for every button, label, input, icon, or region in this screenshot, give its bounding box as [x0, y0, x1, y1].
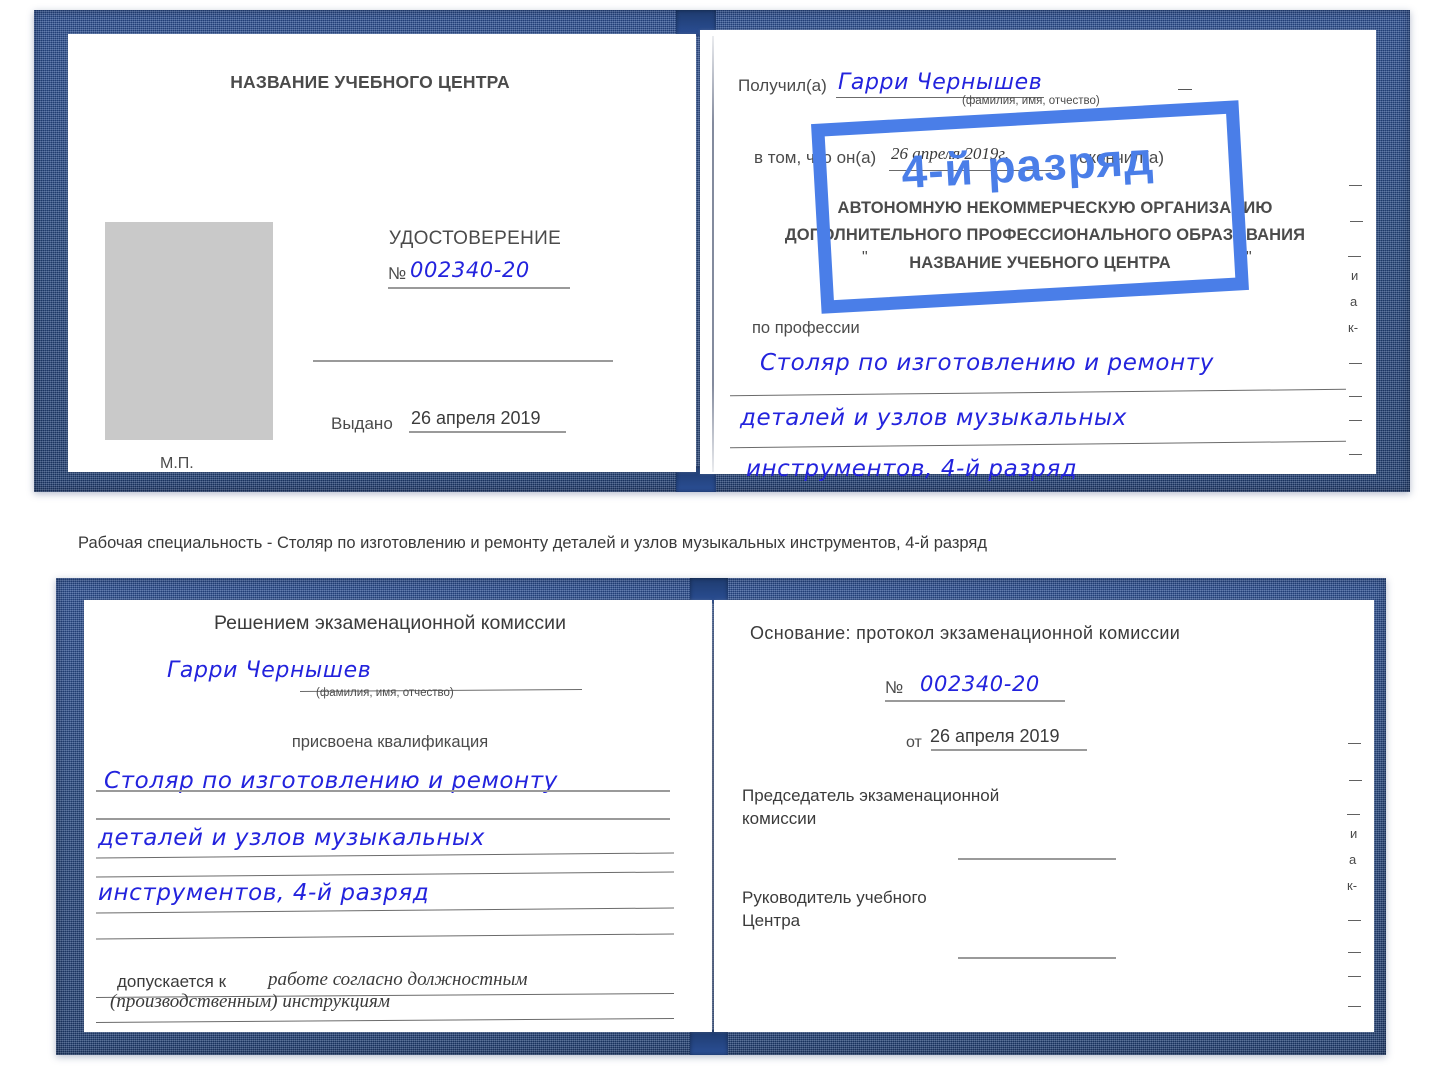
cert1-edge-frag-10: — [1349, 446, 1362, 461]
cert1-org-quote-close: " [1246, 249, 1252, 266]
cert1-issued-label: Выдано [331, 414, 393, 433]
cert2-basis-label: Основание: протокол экзаменационной коми… [750, 623, 1181, 643]
cert2-qualification-line2: деталей и узлов музыкальных [98, 825, 485, 851]
cert2-heading: Решением экзаменационной комиссии [214, 612, 566, 634]
cert2-date-value: 26 апреля 2019 [930, 726, 1060, 746]
cert2-edge-frag-8: — [1348, 944, 1361, 959]
cert1-profession-line1: Столяр по изготовлению и ремонту [760, 350, 1214, 376]
cert2-chairman-line1: Председатель экзаменационной [742, 786, 1000, 805]
cert1-number-value: 002340-20 [410, 258, 530, 282]
cert2-qual-rule2 [96, 818, 670, 820]
cert1-blank-rule [313, 360, 613, 362]
cert1-photo-placeholder [105, 222, 273, 440]
cert2-edge-frag-4: и [1350, 826, 1358, 841]
cert1-received-label: Получил(а) [738, 76, 827, 95]
cert2-qualification-line3: инструментов, 4-й разряд [98, 880, 430, 906]
cert1-org-title: НАЗВАНИЕ УЧЕБНОГО ЦЕНТРА [230, 72, 510, 92]
cert2-edge-frag-2: — [1349, 772, 1362, 787]
cert2-head-signature-rule [958, 957, 1116, 959]
cert1-name-hint: (фамилия, имя, отчество) [962, 95, 1100, 107]
cert2-date-rule [931, 749, 1087, 751]
cert2-assigned-label: присвоена квалификация [291, 733, 489, 751]
cert2-number-value: 002340-20 [920, 672, 1040, 696]
cert1-org-line3: НАЗВАНИЕ УЧЕБНОГО ЦЕНТРА [909, 254, 1171, 272]
cert2-admitted-value-line2: (производственным) инструкциям [110, 991, 390, 1012]
cert1-received-value: Гарри Чернышев [838, 70, 1043, 95]
cert1-edge-frag-6: к- [1348, 320, 1359, 335]
cert1-org-line1: АВТОНОМНУЮ НЕКОММЕРЧЕСКУЮ ОРГАНИЗАЦИЮ [837, 199, 1273, 217]
cert1-edge-frag-5: а [1350, 294, 1358, 309]
cert1-edge-frag-9: — [1349, 412, 1362, 427]
cert2-head-line2: Центра [742, 911, 801, 930]
cert1-issued-value: 26 апреля 2019 [411, 408, 541, 428]
cert1-number-label: № [388, 264, 407, 283]
cert1-issued-rule [409, 431, 566, 433]
cert1-edge-frag-2: — [1350, 213, 1363, 228]
cert2-chairman-line2: комиссии [742, 809, 817, 828]
cert1-edge-frag-8: — [1349, 388, 1362, 403]
page-caption: Рабочая специальность - Столяр по изгото… [78, 534, 987, 552]
cert2-number-label: № [885, 678, 904, 697]
cert1-profession-label: по профессии [752, 319, 860, 337]
cert1-inthat-label: в том, что он(а) [754, 148, 877, 167]
cert2-qual-rule1 [96, 790, 670, 792]
cert1-seal-label: М.П. [160, 455, 194, 472]
cert1-edge-frag-7: — [1349, 355, 1362, 370]
cert2-chairman-signature-rule [958, 858, 1116, 860]
cert1-edge-frag-4: и [1351, 268, 1359, 283]
cert2-spine-notch-bottom [690, 1030, 728, 1055]
cert2-edge-frag-7: — [1348, 912, 1361, 927]
cert2-edge-frag-5: а [1349, 852, 1357, 867]
cert1-completion-date: 26 апреля 2019г. [891, 144, 1010, 163]
cert1-edge-frag-3: — [1348, 248, 1361, 263]
cert2-gutter [712, 604, 714, 1030]
cert1-graduated-label: окончил(а) [1079, 148, 1164, 167]
cert1-org-line2: ДОПОЛНИТЕЛЬНОГО ПРОФЕССИОНАЛЬНОГО ОБРАЗО… [784, 226, 1306, 244]
cert1-doc-type: УДОСТОВЕРЕНИЕ [388, 228, 562, 249]
cert2-edge-frag-6: к- [1347, 878, 1358, 893]
cert2-date-label: от [906, 734, 922, 751]
cert2-edge-frag-3: — [1347, 806, 1360, 821]
cert1-completion-rule [889, 170, 1055, 171]
cert2-admitted-value-line1: работе согласно должностным [268, 969, 528, 990]
cert2-number-rule [885, 700, 1065, 702]
cert2-name-value: Гарри Чернышев [167, 658, 372, 683]
cert1-received-dash: — [1178, 80, 1192, 96]
cert2-edge-frag-1: — [1348, 735, 1361, 750]
cert1-gutter [712, 36, 714, 472]
cert1-edge-frag-1: — [1349, 177, 1362, 192]
cert2-head-line1: Руководитель учебного [742, 888, 927, 907]
cert2-admitted-label: допускается к [117, 972, 227, 991]
cert1-profession-line2: деталей и узлов музыкальных [740, 405, 1127, 431]
cert1-profession-line3: инструментов, 4-й разряд [746, 456, 1078, 482]
cert2-edge-frag-9: — [1348, 968, 1361, 983]
scan-canvas: НАЗВАНИЕ УЧЕБНОГО ЦЕНТРА УДОСТОВЕРЕНИЕ №… [0, 0, 1448, 1085]
cert1-number-rule [388, 287, 570, 289]
cert2-edge-frag-10: — [1348, 998, 1361, 1013]
cert2-name-hint: (фамилия, имя, отчество) [316, 687, 454, 699]
